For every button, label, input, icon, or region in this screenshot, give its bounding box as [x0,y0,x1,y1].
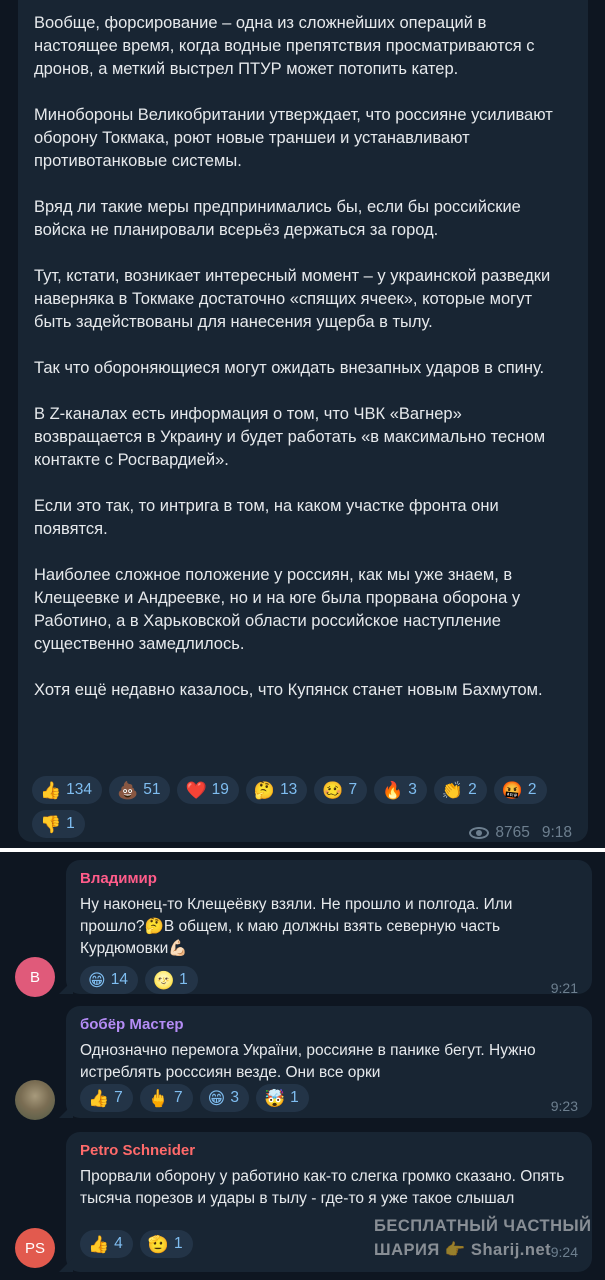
comment-reactions: 👍 4 🫡 1 [80,1230,193,1258]
reaction-chip-clapping[interactable]: 👏 2 [433,776,487,804]
thumbs-up-icon: 👍 [88,1088,110,1108]
channel-post-bubble: Вообще, форсирование – одна из сложнейши… [18,0,588,842]
post-paragraph: Так что обороняющиеся могут ожидать внез… [34,359,545,377]
reaction-count: 2 [468,781,477,798]
reaction-count: 3 [408,781,417,798]
reaction-count: 2 [527,781,537,798]
reaction-chip-thumbs-up[interactable]: 👍 134 [32,776,103,804]
reaction-count: 4 [114,1235,123,1252]
avatar[interactable]: PS [15,1228,55,1268]
middle-finger-icon: 🖕 [147,1088,169,1108]
reaction-count: 1 [179,971,188,988]
reaction-count: 7 [173,1089,183,1106]
thinking-icon: 🤔 [253,780,276,800]
comment-bubble: бобёр Мастер Однозначно перемога України… [66,1006,592,1118]
reaction-chip-saluting[interactable]: 🫡 1 [139,1230,193,1258]
reaction-count: 7 [114,1089,123,1106]
comment-time: 9:21 [550,980,578,996]
clapping-icon: 👏 [441,780,464,800]
comment-time: 9:23 [550,1098,578,1114]
poop-icon: 💩 [117,780,139,800]
thumbs-up-icon: 👍 [40,780,62,800]
reaction-chip-thumbs-up[interactable]: 👍 4 [80,1230,133,1258]
comment-author[interactable]: Владимир [80,870,157,887]
reaction-chip-woozy[interactable]: 🥴 7 [314,776,368,804]
post-paragraph: В Z-каналах есть информация о том, что Ч… [34,405,546,469]
reaction-chip-grinning[interactable]: 😁 14 [80,966,138,994]
comment-text: Однозначно перемога України, россияне в … [80,1042,536,1081]
post-meta: 8765 9:18 [469,824,572,842]
thumbs-up-icon: 👍 [88,1234,110,1254]
post-paragraph: Если это так, то интрига в том, на каком… [34,497,499,538]
eye-icon [469,827,490,839]
comment-bubble: Владимир Ну наконец-то Клещеёвку взяли. … [66,860,592,996]
comment-reactions: 😁 14 🌝 1 [80,966,198,994]
reaction-count: 1 [66,815,75,832]
comment-text: Прорвали оборону у работино как-то слегк… [80,1168,565,1207]
grinning-face-icon: 😁 [88,970,106,990]
fire-icon: 🔥 [382,780,404,800]
post-paragraph: Наиболее сложное положение у россиян, ка… [34,566,521,653]
reaction-chip-grinning[interactable]: 😁 3 [199,1084,249,1112]
watermark-line-1: БЕСПЛАТНЫЙ ЧАСТНЫЙ [374,1217,592,1235]
saluting-face-icon: 🫡 [147,1234,169,1254]
channel-post-area: Вообще, форсирование – одна из сложнейши… [0,0,605,848]
reaction-chip-middle-finger[interactable]: 🖕 7 [139,1084,193,1112]
woozy-face-icon: 🥴 [322,780,344,800]
reaction-chip-moon[interactable]: 🌝 1 [144,966,198,994]
watermark: БЕСПЛАТНЫЙ ЧАСТНЫЙ ШАРИЯ 👉 Sharij.net [374,1214,594,1262]
post-time: 9:18 [541,824,572,841]
full-moon-face-icon: 🌝 [152,970,175,990]
reaction-chip-heart[interactable]: ❤️ 19 [177,776,239,804]
avatar[interactable] [15,1080,55,1120]
cursing-face-icon: 🤬 [501,780,523,800]
reaction-chip-thinking[interactable]: 🤔 13 [245,776,308,804]
reaction-count: 1 [173,1235,183,1252]
exploding-head-icon: 🤯 [263,1088,286,1108]
comment-reactions: 👍 7 🖕 7 😁 3 🤯 1 [80,1084,309,1112]
reaction-count: 14 [110,971,128,988]
thumbs-down-icon: 👎 [40,814,62,834]
post-paragraph: Тут, кстати, возникает интересный момент… [34,267,551,331]
reaction-chip-thumbs-down[interactable]: 👎 1 [32,810,85,838]
watermark-line-2: ШАРИЯ 👉 Sharij.net [374,1241,552,1259]
post-reactions-row-1: 👍 134 💩 51 ❤️ 19 🤔 13 🥴 7 🔥 3 👏 2 🤬 2 [32,776,547,804]
post-paragraph: Минобороны Великобритании утверждает, чт… [34,106,553,170]
reaction-count: 1 [290,1089,299,1106]
post-paragraph: Вообще, форсирование – одна из сложнейши… [34,14,535,78]
post-paragraph: Вряд ли такие меры предпринимались бы, е… [34,198,521,239]
grinning-face-icon: 😁 [207,1088,226,1108]
reaction-chip-thumbs-up[interactable]: 👍 7 [80,1084,133,1112]
reaction-count: 51 [143,781,161,798]
post-reactions-row-2: 👎 1 [32,810,85,838]
comment-author[interactable]: бобёр Мастер [80,1016,184,1033]
reaction-chip-poop[interactable]: 💩 51 [109,776,171,804]
avatar[interactable]: В [15,957,55,997]
reaction-count: 3 [230,1089,239,1106]
post-text: Вообще, форсирование – одна из сложнейши… [34,12,574,725]
heart-icon: ❤️ [185,780,207,800]
reaction-count: 134 [66,781,93,798]
reaction-count: 19 [211,781,229,798]
reaction-chip-cursing[interactable]: 🤬 2 [493,776,547,804]
comment-author[interactable]: Petro Schneider [80,1142,195,1159]
comment-text: Ну наконец-то Клещеёвку взяли. Не прошло… [80,896,513,957]
reaction-count: 7 [348,781,358,798]
reaction-chip-fire[interactable]: 🔥 3 [374,776,427,804]
reaction-chip-exploding-head[interactable]: 🤯 1 [255,1084,309,1112]
post-paragraph: Хотя ещё недавно казалось, что Купянск с… [34,681,543,699]
view-count: 8765 [495,824,530,841]
reaction-count: 13 [280,781,298,798]
